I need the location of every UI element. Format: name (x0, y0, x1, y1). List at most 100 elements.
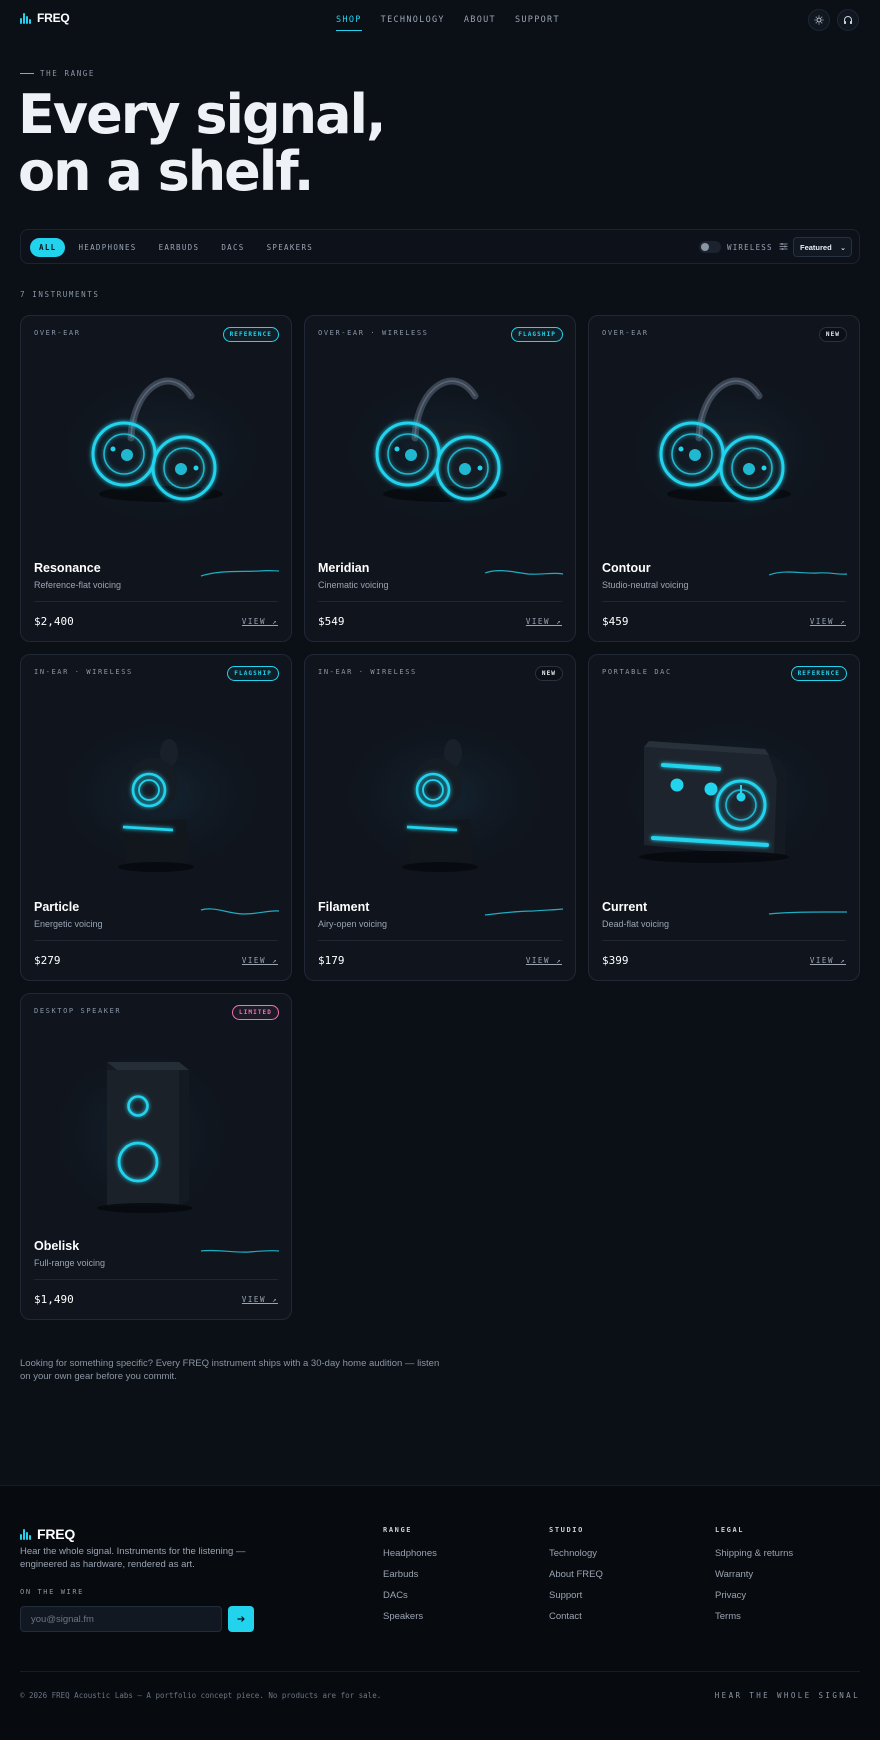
view-product-link[interactable]: VIEW ↗ (810, 956, 846, 965)
card-divider (34, 940, 278, 941)
footer-link-support[interactable]: Support (549, 1590, 603, 1611)
footer-link-contact[interactable]: Contact (549, 1611, 603, 1632)
footer-divider (20, 1671, 860, 1672)
product-image (335, 715, 555, 875)
product-card[interactable]: IN-EAR · WIRELESS FLAGSHIP Particle Ener… (20, 654, 292, 981)
footer-link-warranty[interactable]: Warranty (715, 1569, 793, 1590)
eyebrow-text: THE RANGE (40, 69, 96, 78)
product-category: PORTABLE DAC (602, 668, 672, 676)
product-voicing: Dead-flat voicing (602, 919, 670, 929)
footer-tagline: Hear the whole signal. Instruments for t… (20, 1546, 246, 1570)
footer-link-about[interactable]: About FREQ (549, 1569, 603, 1590)
view-product-link[interactable]: VIEW ↗ (242, 617, 278, 626)
wireless-label: WIRELESS (727, 243, 773, 252)
newsletter-submit-button[interactable] (228, 1606, 254, 1632)
product-name: Filament (318, 900, 370, 914)
footer-column-legal: LEGAL Shipping & returns Warranty Privac… (715, 1526, 793, 1632)
product-badge: REFERENCE (222, 327, 279, 342)
card-divider (602, 601, 846, 602)
frequency-curve-icon (200, 569, 280, 577)
footer-column-studio: STUDIO Technology About FREQ Support Con… (549, 1526, 603, 1632)
hero-eyebrow: THE RANGE (20, 69, 95, 78)
footer-link-shipping[interactable]: Shipping & returns (715, 1548, 793, 1569)
newsletter-label: ON THE WIRE (20, 1588, 84, 1596)
product-card[interactable]: OVER-EAR NEW Contour Studio-neutral voic… (588, 315, 860, 642)
product-card[interactable]: OVER-EAR · WIRELESS FLAGSHIP Meridian Ci… (304, 315, 576, 642)
view-product-link[interactable]: VIEW ↗ (242, 956, 278, 965)
nav-shop[interactable]: SHOP (336, 15, 362, 31)
product-name: Meridian (318, 561, 370, 575)
frequency-curve-icon (768, 911, 847, 915)
footer-link-speakers[interactable]: Speakers (383, 1611, 437, 1632)
sort-value: Featured (800, 243, 832, 252)
filter-all[interactable]: ALL (30, 238, 66, 257)
product-price: $549 (318, 615, 345, 628)
footer-link-technology[interactable]: Technology (549, 1548, 603, 1569)
nav-about[interactable]: ABOUT (464, 15, 496, 25)
nav-support[interactable]: SUPPORT (515, 15, 560, 25)
column-title: STUDIO (549, 1526, 584, 1534)
product-image (51, 715, 271, 875)
footer: FREQ Hear the whole signal. Instruments … (0, 1485, 880, 1740)
view-product-link[interactable]: VIEW ↗ (810, 617, 846, 626)
product-badge: LIMITED (232, 1005, 279, 1020)
product-category: DESKTOP SPEAKER (34, 1007, 122, 1015)
copyright: © 2026 FREQ Acoustic Labs — A portfolio … (20, 1691, 382, 1700)
card-divider (34, 601, 278, 602)
product-name: Current (602, 900, 648, 914)
product-card[interactable]: OVER-EAR REFERENCE Resonance Reference-f… (20, 315, 292, 642)
filter-earbuds[interactable]: EARBUDS (150, 238, 209, 257)
product-voicing: Full-range voicing (34, 1258, 106, 1268)
product-card[interactable]: DESKTOP SPEAKER LIMITED Obelisk Full-ran… (20, 993, 292, 1320)
footer-link-privacy[interactable]: Privacy (715, 1590, 793, 1611)
listen-button[interactable] (837, 9, 859, 31)
wireless-toggle[interactable] (699, 241, 721, 253)
view-product-link[interactable]: VIEW ↗ (526, 956, 562, 965)
product-image (46, 1044, 236, 1224)
results-count: 7 INSTRUMENTS (20, 290, 100, 299)
view-product-link[interactable]: VIEW ↗ (526, 617, 562, 626)
card-divider (318, 601, 562, 602)
brand-logo[interactable]: FREQ (20, 11, 70, 25)
product-card[interactable]: IN-EAR · WIRELESS NEW Filament Airy-open… (304, 654, 576, 981)
product-category: OVER-EAR (34, 329, 81, 337)
view-product-link[interactable]: VIEW ↗ (242, 1295, 278, 1304)
chevron-down-icon: ⌄ (840, 245, 846, 252)
nav-technology[interactable]: TECHNOLOGY (381, 15, 445, 25)
product-price: $459 (602, 615, 629, 628)
frequency-curve-icon (200, 1249, 280, 1253)
card-divider (602, 940, 846, 941)
product-badge: NEW (534, 666, 563, 681)
filter-dacs[interactable]: DACS (212, 238, 253, 257)
newsletter-email-input[interactable] (20, 1606, 222, 1632)
filter-headphones[interactable]: HEADPHONES (69, 238, 145, 257)
audition-note: Looking for something specific? Every FR… (20, 1358, 440, 1382)
frequency-curve-icon (768, 571, 848, 576)
footer-link-earbuds[interactable]: Earbuds (383, 1569, 437, 1590)
footer-link-dacs[interactable]: DACs (383, 1590, 437, 1611)
product-card[interactable]: PORTABLE DAC REFERENCE Current Dead-flat… (588, 654, 860, 981)
product-badge: FLAGSHIP (511, 327, 563, 342)
product-badge: REFERENCE (790, 666, 847, 681)
theme-toggle-button[interactable] (808, 9, 830, 31)
top-bar: FREQ SHOP TECHNOLOGY ABOUT SUPPORT (0, 0, 880, 40)
main-nav: SHOP TECHNOLOGY ABOUT SUPPORT (336, 15, 560, 31)
frequency-curve-icon (200, 908, 280, 915)
footer-link-headphones[interactable]: Headphones (383, 1548, 437, 1569)
footer-link-terms[interactable]: Terms (715, 1611, 793, 1632)
sun-icon (814, 15, 824, 25)
product-category: IN-EAR · WIRELESS (34, 668, 133, 676)
title-line-1: Every signal, (18, 83, 387, 146)
footer-column-range: RANGE Headphones Earbuds DACs Speakers (383, 1526, 437, 1632)
product-voicing: Airy-open voicing (318, 919, 388, 929)
product-badge: FLAGSHIP (227, 666, 279, 681)
page-title: Every signal, on a shelf. (18, 86, 618, 200)
product-price: $179 (318, 954, 345, 967)
filter-speakers[interactable]: SPEAKERS (258, 238, 323, 257)
product-price: $1,490 (34, 1293, 74, 1306)
footer-logo[interactable]: FREQ (20, 1526, 75, 1542)
product-price: $279 (34, 954, 61, 967)
product-price: $2,400 (34, 615, 74, 628)
sort-select[interactable]: Featured ⌄ (793, 237, 852, 257)
sort-icon (779, 243, 788, 250)
